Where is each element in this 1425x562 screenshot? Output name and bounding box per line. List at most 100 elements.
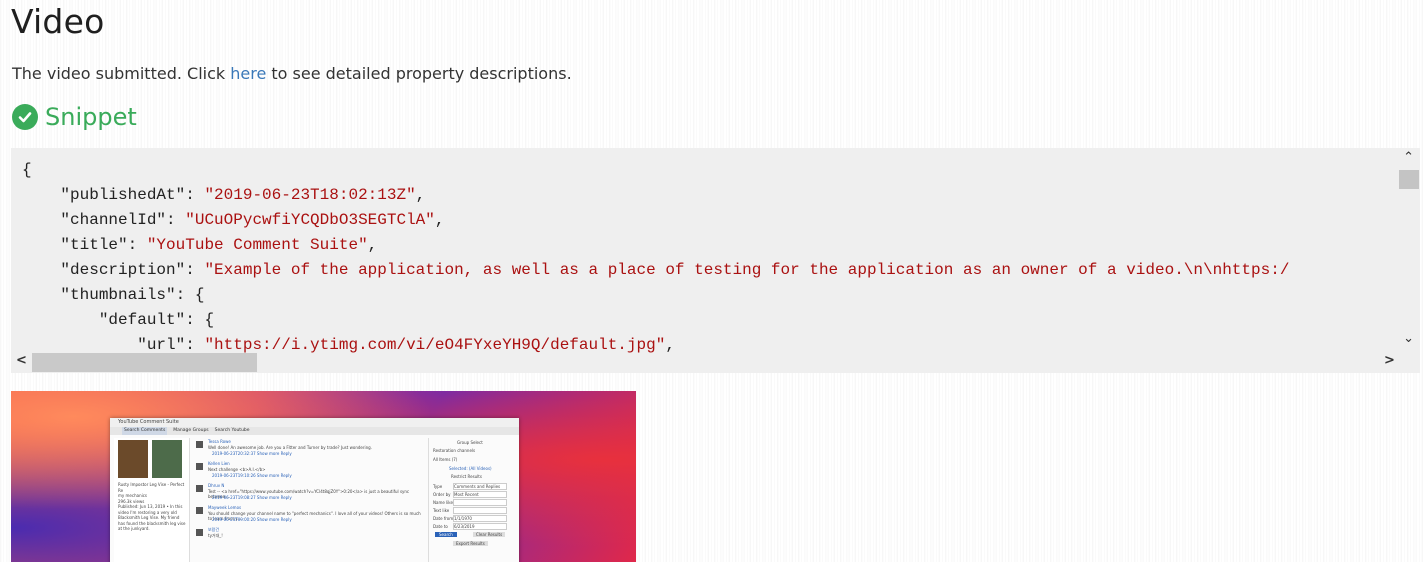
scroll-right-icon[interactable]: >	[1384, 353, 1395, 368]
code-value: "2019-06-23T18:02:13Z"	[204, 186, 416, 204]
app-comment: Tessa Rowe Well done! An awesome job. Are…	[192, 438, 422, 460]
from-label: Date from	[433, 516, 454, 521]
code-separator: :	[127, 236, 147, 254]
comment-text: Next challenge <b>A.I.</b>	[208, 467, 266, 472]
app-window-preview: YouTube Comment Suite Search Comments Ma…	[110, 418, 519, 562]
code-end: {	[204, 311, 215, 329]
scroll-up-icon[interactable]: ⌃	[1403, 150, 1414, 165]
code-line: "thumbnails": {	[22, 286, 204, 304]
avatar	[196, 507, 203, 514]
group-select-title: Group Select	[457, 440, 483, 445]
avatar	[196, 463, 203, 470]
order-value: Most Recent	[454, 492, 479, 497]
comment-author: Tessa Rowe	[208, 439, 231, 444]
comment-text: ty거대_!	[208, 533, 223, 538]
code-line: "channelId": "UCuOPycwfiYCQDbO3SEGTClA",	[22, 211, 444, 229]
comment-meta: 2019-06-23T20:32:37 Show more Reply	[212, 451, 292, 456]
search-button-preview: Search	[435, 532, 457, 537]
code-line: "description": "Example of the applicati…	[22, 261, 1289, 279]
horizontal-scroll-thumb[interactable]	[32, 353, 257, 372]
code-separator: :	[185, 186, 205, 204]
code-separator: :	[185, 311, 205, 329]
comment-meta: 2019-06-23T19:10:26 Show more Reply	[212, 473, 292, 478]
code-key: "title"	[60, 236, 128, 254]
selected-videos: Selected: (All Videos)	[449, 466, 492, 471]
app-window-title: YouTube Comment Suite	[110, 418, 519, 427]
app-video-description: Published: Jun 13, 2019 • In this video …	[118, 504, 186, 531]
to-value: 6/23/2019	[454, 524, 475, 529]
code-open-brace: {	[22, 161, 32, 179]
code-key: "description"	[60, 261, 186, 279]
scroll-left-icon[interactable]: <	[16, 353, 27, 368]
code-value: "Example of the application, as well as …	[204, 261, 1290, 279]
vertical-scrollbar[interactable]: ⌃ ⌄	[1398, 148, 1420, 350]
scroll-down-icon[interactable]: ⌄	[1403, 331, 1414, 346]
snippet-heading: Snippet	[12, 103, 137, 131]
code-line: "default": {	[22, 311, 214, 329]
clear-button-preview: Clear Results	[473, 532, 506, 537]
order-label: Order by	[433, 492, 451, 497]
type-select: Comments and Replies	[453, 483, 507, 490]
code-key: "default"	[98, 311, 186, 329]
code-separator: :	[166, 211, 186, 229]
to-label: Date to	[433, 524, 448, 529]
code-separator: :	[175, 286, 195, 304]
comment-meta: 2019-06-23T19:08:27 Show more Reply	[212, 495, 292, 500]
comment-author: Mayweek Lemos	[208, 505, 242, 510]
code-end: ,	[665, 336, 675, 354]
code-end: ,	[367, 236, 378, 254]
code-end: {	[194, 286, 205, 304]
from-value: 1/1/1970	[454, 516, 472, 521]
app-tab: Search Youtube	[214, 428, 250, 433]
code-key: "publishedAt"	[60, 186, 186, 204]
text-field	[453, 507, 507, 514]
comment-author: Kellen Lien	[208, 461, 230, 466]
code-value: "https://i.ytimg.com/vi/eO4FYxeYH9Q/defa…	[204, 336, 666, 354]
code-key: "url"	[137, 336, 186, 354]
intro-before: The video submitted. Click	[12, 64, 231, 83]
app-video-info: Rusty Impostor Leg Vise - Perfect Re my …	[118, 482, 186, 532]
code-line: "publishedAt": "2019-06-23T18:02:13Z",	[22, 186, 425, 204]
group-items-value: All Items (7)	[433, 457, 458, 462]
intro-after: to see detailed property descriptions.	[266, 64, 572, 83]
property-descriptions-link[interactable]: here	[230, 64, 266, 83]
app-tab: Manage Groups	[173, 428, 209, 433]
video-thumbnail[interactable]: YouTube Comment Suite Search Comments Ma…	[11, 391, 636, 562]
app-tabs: Search Comments Manage Groups Search You…	[110, 427, 519, 435]
restrict-results-title: Restrict Results	[451, 474, 482, 479]
code-line: "title": "YouTube Comment Suite",	[22, 236, 377, 254]
type-label: Type	[433, 484, 443, 489]
code-value: "YouTube Comment Suite"	[146, 236, 368, 254]
type-value: Comments and Replies	[454, 484, 501, 489]
comment-text: Well done! An awesome job. Are you a Fit…	[208, 445, 372, 450]
avatar	[196, 441, 203, 448]
export-button-preview: Export Results	[453, 541, 488, 546]
code-end: ,	[434, 211, 445, 229]
app-comment: Kellen Lien Next challenge <b>A.I.</b> 201…	[192, 460, 422, 482]
app-comment: Dhruv N Test -- <a href="https://www.yout…	[192, 482, 422, 504]
code-end: ,	[415, 186, 426, 204]
code-separator: :	[185, 336, 205, 354]
page-title: Video	[11, 2, 105, 41]
code-key: "channelId"	[60, 211, 167, 229]
intro-text: The video submitted. Click here to see d…	[12, 64, 572, 83]
app-comments-pane: Tessa Rowe Well done! An awesome job. Are…	[192, 438, 422, 562]
from-field: 1/1/1970	[453, 515, 507, 522]
json-code: { "publishedAt": "2019-06-23T18:02:13Z",…	[22, 158, 1289, 358]
vertical-scroll-thumb[interactable]	[1399, 170, 1419, 189]
app-video-title: Rusty Impostor Leg Vise - Perfect Re	[118, 482, 185, 493]
comment-author: Dhruv N	[208, 483, 225, 488]
video-image	[152, 440, 182, 478]
avatar	[196, 485, 203, 492]
code-separator: :	[185, 261, 205, 279]
name-field	[453, 499, 507, 506]
check-circle-icon	[12, 104, 38, 130]
json-code-box[interactable]: { "publishedAt": "2019-06-23T18:02:13Z",…	[11, 148, 1420, 373]
to-field: 6/23/2019	[453, 523, 507, 530]
